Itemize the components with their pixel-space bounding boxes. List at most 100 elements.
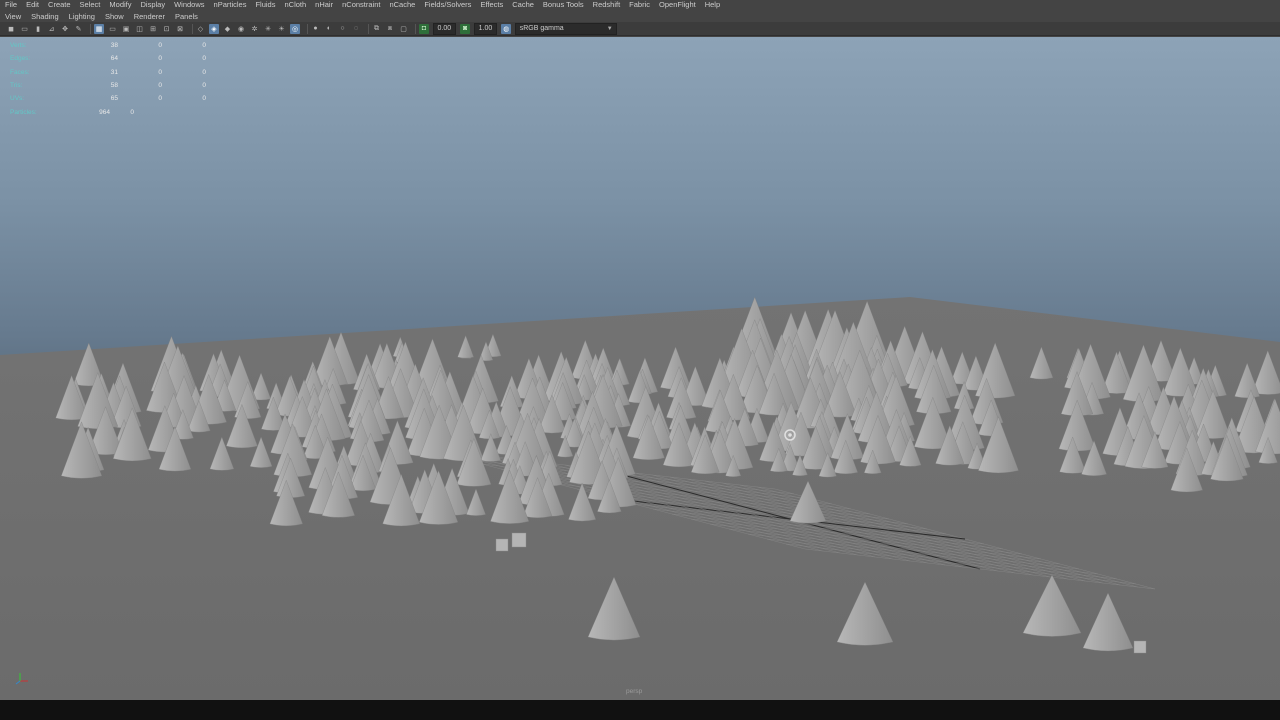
toolbar-divider (415, 23, 416, 34)
cube-mesh (1133, 640, 1147, 654)
menu-create[interactable]: Create (48, 0, 71, 10)
hud-value: 38 (110, 42, 118, 50)
hud-value: 58 (110, 82, 118, 90)
3d-viewport[interactable]: Verts: 38 0 0 Edges: 64 0 0 Faces: 31 0 0 Tris: 58 0 0 U… (0, 37, 1280, 700)
hud-value: 64 (110, 55, 118, 63)
view-transform-dropdown[interactable]: sRGB gamma ▼ (514, 22, 617, 35)
hud-row: Edges: 64 0 0 (10, 52, 206, 65)
hud-row: Faces: 31 0 0 (10, 66, 206, 79)
panel-menu-bar: View Shading Lighting Show Renderer Panels (0, 10, 1280, 22)
smooth-shade-icon[interactable]: ◈ (209, 23, 219, 34)
menu-windows[interactable]: Windows (174, 0, 204, 10)
menu-modify[interactable]: Modify (109, 0, 131, 10)
axis-gizmo-icon (15, 673, 28, 685)
exposure-field[interactable]: 0.00 (432, 22, 457, 35)
xray-icon[interactable]: ◌ (351, 24, 361, 34)
toolbar-divider (367, 23, 369, 34)
toolbar-divider (306, 23, 308, 34)
grease-pencil-icon[interactable]: ✎ (74, 24, 84, 34)
grid-icon[interactable]: ▦ (94, 23, 104, 34)
camera-attributes-icon[interactable]: ▭ (20, 24, 30, 34)
menu-edit[interactable]: Edit (26, 0, 39, 10)
hud-value: 0 (158, 55, 162, 63)
menu-fields-solvers[interactable]: Fields/Solvers (424, 0, 471, 10)
use-all-lights-icon[interactable]: ✲ (250, 24, 260, 34)
menu-nhair[interactable]: nHair (315, 0, 333, 10)
toolbar-divider (191, 23, 193, 34)
menu-nconstraint[interactable]: nConstraint (342, 0, 380, 10)
panel-menu-view[interactable]: View (5, 12, 21, 21)
hud-row: Tris: 58 0 0 (10, 79, 206, 92)
exposure-icon[interactable]: ◘ (419, 23, 429, 34)
bookmark-icon[interactable]: ▮ (33, 24, 43, 34)
color-management-icon[interactable]: ◍ (501, 23, 512, 34)
isolate-select-icon[interactable]: ○ (338, 24, 348, 34)
motion-blur-icon[interactable]: ◎ (290, 23, 300, 34)
screen-space-ao-icon[interactable]: ☀ (277, 24, 287, 34)
menu-effects[interactable]: Effects (480, 0, 503, 10)
backface-culling-icon[interactable]: ▢ (399, 24, 409, 34)
menu-openflight[interactable]: OpenFlight (659, 0, 696, 10)
menu-file[interactable]: File (5, 0, 17, 10)
film-gate-icon[interactable]: ▭ (108, 24, 118, 34)
gate-mask-icon[interactable]: ◫ (135, 24, 145, 34)
window-bottom-bar (0, 700, 1280, 720)
menu-bonus-tools[interactable]: Bonus Tools (543, 0, 584, 10)
hud-value: 0 (202, 68, 206, 76)
image-plane-icon[interactable]: ⊿ (47, 24, 57, 34)
menu-fluids[interactable]: Fluids (255, 0, 275, 10)
view-transform-value: sRGB gamma (519, 24, 564, 32)
panel-menu-renderer[interactable]: Renderer (134, 12, 165, 21)
gamma-icon[interactable]: ◙ (460, 23, 471, 34)
menu-display[interactable]: Display (141, 0, 166, 10)
hud-value: 0 (202, 42, 206, 50)
textured-icon[interactable]: ◉ (236, 24, 246, 34)
depth-of-field-icon[interactable]: ◐ (324, 24, 334, 34)
2d-pan-zoom-icon[interactable]: ✥ (60, 24, 70, 34)
cube-mesh (495, 538, 509, 552)
hud-value: 31 (110, 68, 118, 76)
panel-menu-shading[interactable]: Shading (31, 12, 59, 21)
hud-value: 65 (110, 95, 118, 103)
poly-count-hud: Verts: 38 0 0 Edges: 64 0 0 Faces: 31 0 0 Tris: 58 0 0 U… (10, 39, 206, 119)
gamma-field[interactable]: 1.00 (473, 22, 498, 35)
hud-value: 0 (158, 68, 162, 76)
panel-menu-lighting[interactable]: Lighting (69, 12, 95, 21)
field-chart-icon[interactable]: ⊞ (148, 24, 158, 34)
hud-value: 0 (158, 95, 162, 103)
chevron-down-icon: ▼ (606, 25, 613, 32)
menu-redshift[interactable]: Redshift (593, 0, 621, 10)
panel-menu-show[interactable]: Show (105, 12, 124, 21)
scene-render (0, 296, 1280, 700)
hud-label: Particles: (10, 108, 37, 116)
wireframe-icon[interactable]: ◇ (196, 24, 206, 34)
hud-label: UVs: (10, 95, 25, 103)
cube-mesh (511, 532, 527, 548)
hud-value: 0 (158, 82, 162, 90)
menu-help[interactable]: Help (705, 0, 720, 10)
menu-select[interactable]: Select (80, 0, 101, 10)
toolbar-divider (90, 23, 91, 34)
camera-label: persp (626, 688, 643, 695)
hud-value: 0 (158, 42, 162, 50)
multisample-aa-icon[interactable]: ● (311, 24, 321, 34)
hud-value: 0 (202, 95, 206, 103)
hud-value: 0 (130, 108, 134, 116)
menu-cache[interactable]: Cache (512, 0, 534, 10)
xray-components-icon[interactable]: ⧈ (385, 24, 395, 34)
menu-ncloth[interactable]: nCloth (284, 0, 306, 10)
menu-fabric[interactable]: Fabric (629, 0, 650, 10)
shadows-icon[interactable]: ✳ (263, 24, 273, 34)
hud-label: Faces: (10, 68, 30, 76)
hud-label: Edges: (10, 55, 31, 63)
xray-joints-icon[interactable]: ⧉ (372, 24, 382, 34)
safe-title-icon[interactable]: ⊠ (175, 24, 185, 34)
menu-ncache[interactable]: nCache (389, 0, 415, 10)
hud-row-particles: Particles: 964 0 (10, 105, 206, 118)
resolution-gate-icon[interactable]: ▣ (121, 24, 131, 34)
menu-nparticles[interactable]: nParticles (214, 0, 247, 10)
wireframe-on-shaded-icon[interactable]: ◆ (223, 24, 233, 34)
safe-action-icon[interactable]: ⊡ (162, 24, 172, 34)
camera-select-icon[interactable]: ◼ (6, 24, 16, 34)
panel-menu-panels[interactable]: Panels (175, 12, 198, 21)
